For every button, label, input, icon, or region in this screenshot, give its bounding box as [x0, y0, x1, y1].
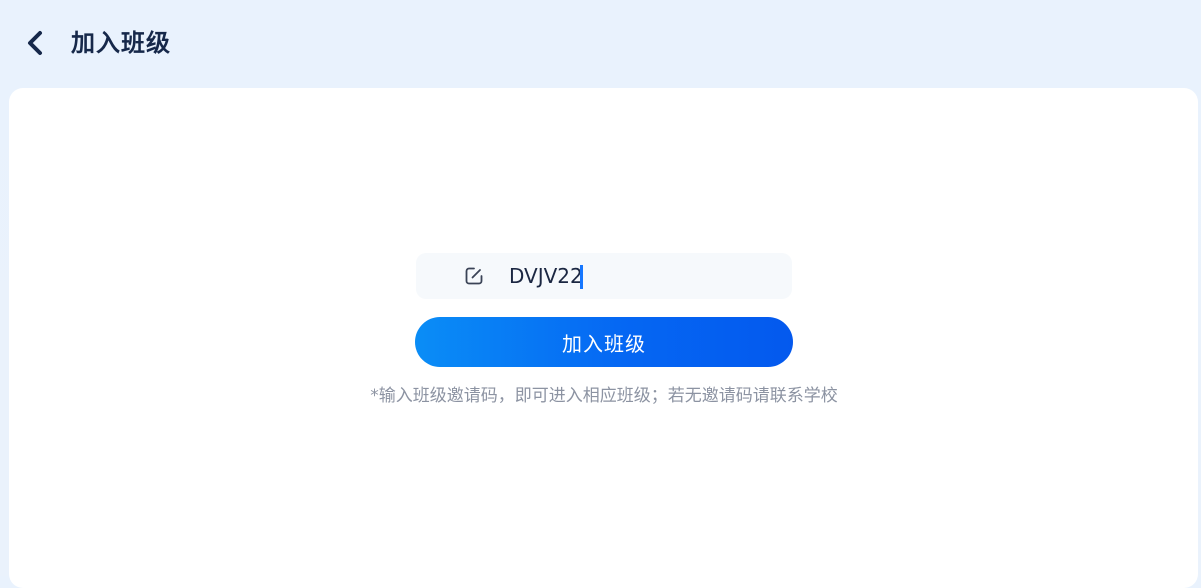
- chevron-left-icon: [28, 31, 42, 55]
- page-title: 加入班级: [71, 29, 171, 57]
- invite-code-input[interactable]: [509, 261, 769, 291]
- app-header: 加入班级: [0, 0, 1201, 88]
- back-button[interactable]: [14, 22, 56, 64]
- edit-icon: [465, 267, 483, 285]
- text-cursor: [580, 265, 583, 289]
- invite-code-hint: *输入班级邀请码，即可进入相应班级；若无邀请码请联系学校: [370, 386, 838, 406]
- join-class-button[interactable]: 加入班级: [415, 317, 793, 367]
- invite-code-field[interactable]: [416, 253, 792, 299]
